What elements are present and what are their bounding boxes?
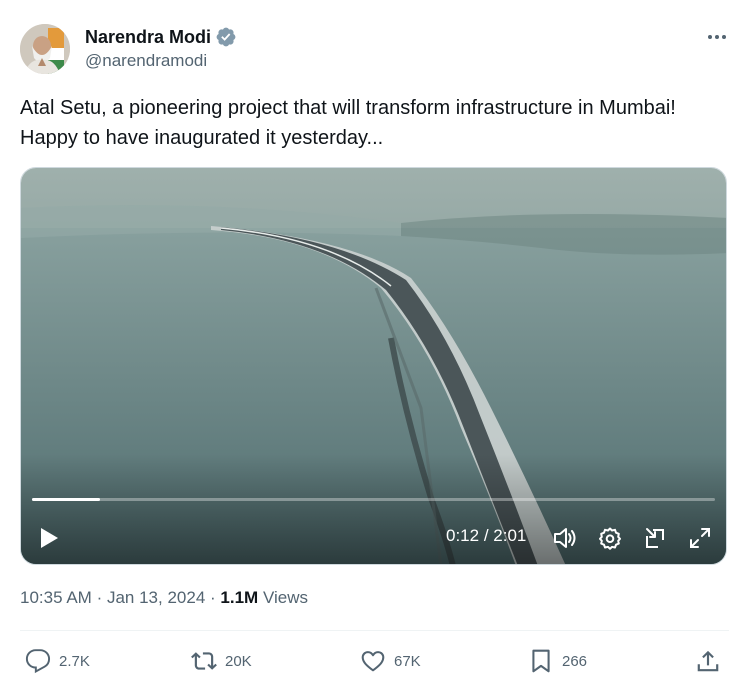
picture-in-picture-button[interactable] (641, 524, 669, 552)
video-current-time: 0:12 (446, 526, 480, 545)
tweet-date[interactable]: Jan 13, 2024 (107, 588, 205, 607)
video-duration: 2:01 (493, 526, 527, 545)
repost-icon (191, 652, 217, 670)
avatar-image (20, 24, 70, 74)
share-upload-icon (697, 650, 719, 672)
meta-separator-dot: · (210, 588, 216, 607)
bookmark-count: 266 (562, 652, 588, 670)
picture-in-picture-icon (646, 528, 664, 548)
fullscreen-icon (690, 528, 710, 548)
video-time: 0:12 / 2:01 (446, 526, 526, 546)
more-options-button[interactable] (705, 28, 729, 46)
reply-count: 2.7K (59, 652, 90, 670)
repost-count: 20K (225, 652, 252, 670)
reply-bubble-icon (25, 649, 51, 674)
divider (20, 630, 729, 631)
play-icon (41, 528, 58, 548)
tweet-meta: 10:35 AM · Jan 13, 2024 · 1.1M Views (20, 588, 308, 608)
reply-button[interactable]: 2.7K (25, 648, 90, 674)
more-dots-icon (708, 35, 726, 39)
repost-button[interactable]: 20K (191, 648, 252, 674)
volume-icon (554, 528, 576, 548)
volume-button[interactable] (551, 524, 579, 552)
video-progress-fill (32, 498, 100, 501)
like-button[interactable]: 67K (360, 648, 421, 674)
verified-badge-icon (216, 27, 236, 47)
tweet-time[interactable]: 10:35 AM (20, 588, 92, 607)
bookmark-icon (532, 649, 550, 673)
meta-separator-dot: · (96, 588, 103, 607)
video-time-separator: / (479, 526, 494, 545)
author-handle[interactable]: @narendramodi (85, 51, 207, 71)
tweet-text: Atal Setu, a pioneering project that wil… (20, 97, 676, 149)
bookmark-button[interactable]: 266 (528, 648, 587, 674)
settings-button[interactable] (596, 524, 624, 552)
settings-gear-icon (599, 527, 621, 550)
author-name-row[interactable]: Narendra Modi (85, 26, 237, 48)
video-progress-bar[interactable] (32, 498, 715, 501)
tweet-page: Narendra Modi @narendramodi Atal Setu, a… (0, 0, 749, 683)
views-label: Views (262, 588, 308, 607)
fullscreen-button[interactable] (686, 524, 714, 552)
avatar[interactable] (20, 24, 70, 74)
like-count: 67K (394, 652, 421, 670)
author-name[interactable]: Narendra Modi (85, 27, 211, 48)
video-player[interactable]: 0:12 / 2:01 (20, 167, 727, 565)
heart-icon (361, 651, 385, 672)
play-button[interactable] (35, 524, 63, 552)
views-count[interactable]: 1.1M (220, 588, 258, 607)
share-button[interactable] (695, 648, 721, 674)
